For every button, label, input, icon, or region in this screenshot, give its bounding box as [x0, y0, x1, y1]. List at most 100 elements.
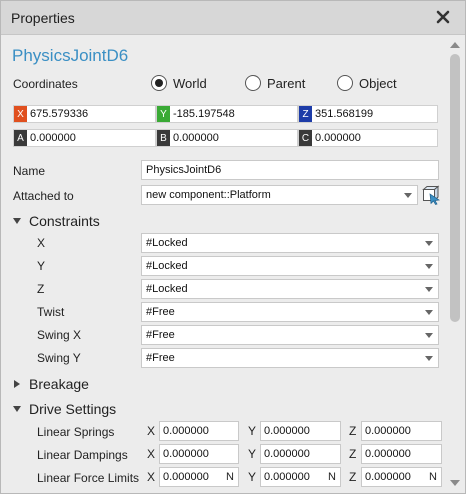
- constraint-label: Twist: [37, 305, 65, 319]
- chevron-down-icon: [404, 193, 412, 198]
- linear-springs-x-input[interactable]: 0.000000: [159, 421, 239, 441]
- coord-b-value: 0.000000: [173, 132, 219, 144]
- drive-row-label: Linear Springs: [37, 425, 115, 439]
- axis-z-label: Z: [349, 470, 357, 484]
- drive-settings-title: Drive Settings: [29, 401, 117, 417]
- field-value: 0.000000: [163, 425, 209, 437]
- close-icon[interactable]: [435, 9, 451, 25]
- attached-to-value: new component::Platform: [146, 189, 271, 201]
- coord-a-field[interactable]: A 0.000000: [13, 129, 156, 147]
- vertical-scrollbar[interactable]: [445, 36, 465, 493]
- coord-x-tag: X: [14, 106, 27, 122]
- field-value: 0.000000: [163, 448, 209, 460]
- radio-parent-indicator[interactable]: [245, 75, 261, 91]
- unit-label: N: [429, 471, 437, 483]
- field-value: 0.000000: [365, 471, 411, 483]
- linear-force-limits-x-input[interactable]: 0.000000 N: [159, 467, 239, 487]
- radio-object-indicator[interactable]: [337, 75, 353, 91]
- chevron-down-icon: [425, 310, 433, 315]
- coord-c-field[interactable]: C 0.000000: [298, 129, 438, 147]
- chevron-down-icon: [425, 333, 433, 338]
- constraint-label: Swing X: [37, 328, 82, 342]
- scrollbar-thumb[interactable]: [450, 54, 460, 322]
- unit-label: N: [328, 471, 336, 483]
- axis-x-label: X: [147, 447, 156, 461]
- axis-x-label: X: [147, 424, 156, 438]
- constraint-swing-x-dropdown[interactable]: #Free: [141, 325, 439, 345]
- constraint-y-dropdown[interactable]: #Locked: [141, 256, 439, 276]
- field-value: 0.000000: [264, 425, 310, 437]
- field-value: 0.000000: [163, 471, 209, 483]
- field-value: 0.000000: [264, 448, 310, 460]
- constraint-z-value: #Locked: [146, 283, 188, 295]
- coord-y-value: -185.197548: [173, 108, 235, 120]
- coord-y-field[interactable]: Y -185.197548: [156, 105, 298, 123]
- window-title: Properties: [11, 10, 75, 26]
- constraint-x-dropdown[interactable]: #Locked: [141, 233, 439, 253]
- field-value: 0.000000: [264, 471, 310, 483]
- coord-z-field[interactable]: Z 351.568199: [298, 105, 438, 123]
- constraint-swing-y-dropdown[interactable]: #Free: [141, 348, 439, 368]
- coord-b-field[interactable]: B 0.000000: [156, 129, 298, 147]
- radio-parent[interactable]: Parent: [245, 75, 305, 91]
- axis-y-label: Y: [248, 470, 257, 484]
- linear-dampings-y-input[interactable]: 0.000000: [260, 444, 341, 464]
- title-bar: Properties: [1, 1, 465, 35]
- coord-z-tag: Z: [299, 106, 312, 122]
- collapse-triangle-icon: [13, 218, 21, 224]
- breakage-section-header[interactable]: Breakage: [13, 376, 89, 392]
- coordinates-label: Coordinates: [13, 77, 78, 91]
- constraint-twist-value: #Free: [146, 306, 175, 318]
- constraint-swing-y-value: #Free: [146, 352, 175, 364]
- unit-label: N: [226, 471, 234, 483]
- properties-panel: Properties PhysicsJointD6 Coordinates Wo…: [0, 0, 466, 494]
- coord-y-tag: Y: [157, 106, 170, 122]
- axis-y-label: Y: [248, 424, 257, 438]
- linear-dampings-z-input[interactable]: 0.000000: [361, 444, 442, 464]
- coord-z-value: 351.568199: [315, 108, 374, 120]
- axis-z-label: Z: [349, 447, 357, 461]
- pick-object-icon[interactable]: [421, 185, 441, 205]
- scroll-up-icon[interactable]: [450, 42, 460, 48]
- constraints-section-header[interactable]: Constraints: [13, 213, 100, 229]
- constraint-label: Swing Y: [37, 351, 81, 365]
- breakage-title: Breakage: [29, 376, 89, 392]
- drive-row-label: Linear Dampings: [37, 448, 128, 462]
- constraint-x-value: #Locked: [146, 237, 188, 249]
- name-input[interactable]: PhysicsJointD6: [141, 160, 439, 180]
- coord-b-tag: B: [157, 130, 170, 146]
- constraint-label: Y: [37, 259, 46, 273]
- linear-springs-y-input[interactable]: 0.000000: [260, 421, 341, 441]
- drive-row-label: Linear Force Limits: [37, 471, 140, 485]
- name-label: Name: [13, 164, 46, 178]
- axis-y-label: Y: [248, 447, 257, 461]
- linear-dampings-x-input[interactable]: 0.000000: [159, 444, 239, 464]
- attached-to-dropdown[interactable]: new component::Platform: [141, 185, 418, 205]
- constraint-z-dropdown[interactable]: #Locked: [141, 279, 439, 299]
- collapse-triangle-icon: [13, 406, 21, 412]
- object-name-heading: PhysicsJointD6: [12, 46, 129, 65]
- constraint-twist-dropdown[interactable]: #Free: [141, 302, 439, 322]
- field-value: 0.000000: [365, 425, 411, 437]
- constraint-y-value: #Locked: [146, 260, 188, 272]
- chevron-down-icon: [425, 241, 433, 246]
- linear-force-limits-z-input[interactable]: 0.000000 N: [361, 467, 442, 487]
- attached-to-label: Attached to: [13, 189, 74, 203]
- coord-x-field[interactable]: X 675.579336: [13, 105, 156, 123]
- constraint-swing-x-value: #Free: [146, 329, 175, 341]
- coord-c-tag: C: [299, 130, 312, 146]
- radio-world[interactable]: World: [151, 75, 207, 91]
- scroll-down-icon[interactable]: [450, 480, 460, 486]
- radio-world-label: World: [173, 75, 207, 91]
- drive-settings-section-header[interactable]: Drive Settings: [13, 401, 116, 417]
- coord-a-tag: A: [14, 130, 27, 146]
- coord-x-value: 675.579336: [30, 108, 89, 120]
- chevron-down-icon: [425, 287, 433, 292]
- radio-object[interactable]: Object: [337, 75, 397, 91]
- linear-force-limits-y-input[interactable]: 0.000000 N: [260, 467, 341, 487]
- radio-world-indicator[interactable]: [151, 75, 167, 91]
- linear-springs-z-input[interactable]: 0.000000: [361, 421, 442, 441]
- constraint-label: Z: [37, 282, 45, 296]
- coord-c-value: 0.000000: [315, 132, 361, 144]
- constraint-label: X: [37, 236, 46, 250]
